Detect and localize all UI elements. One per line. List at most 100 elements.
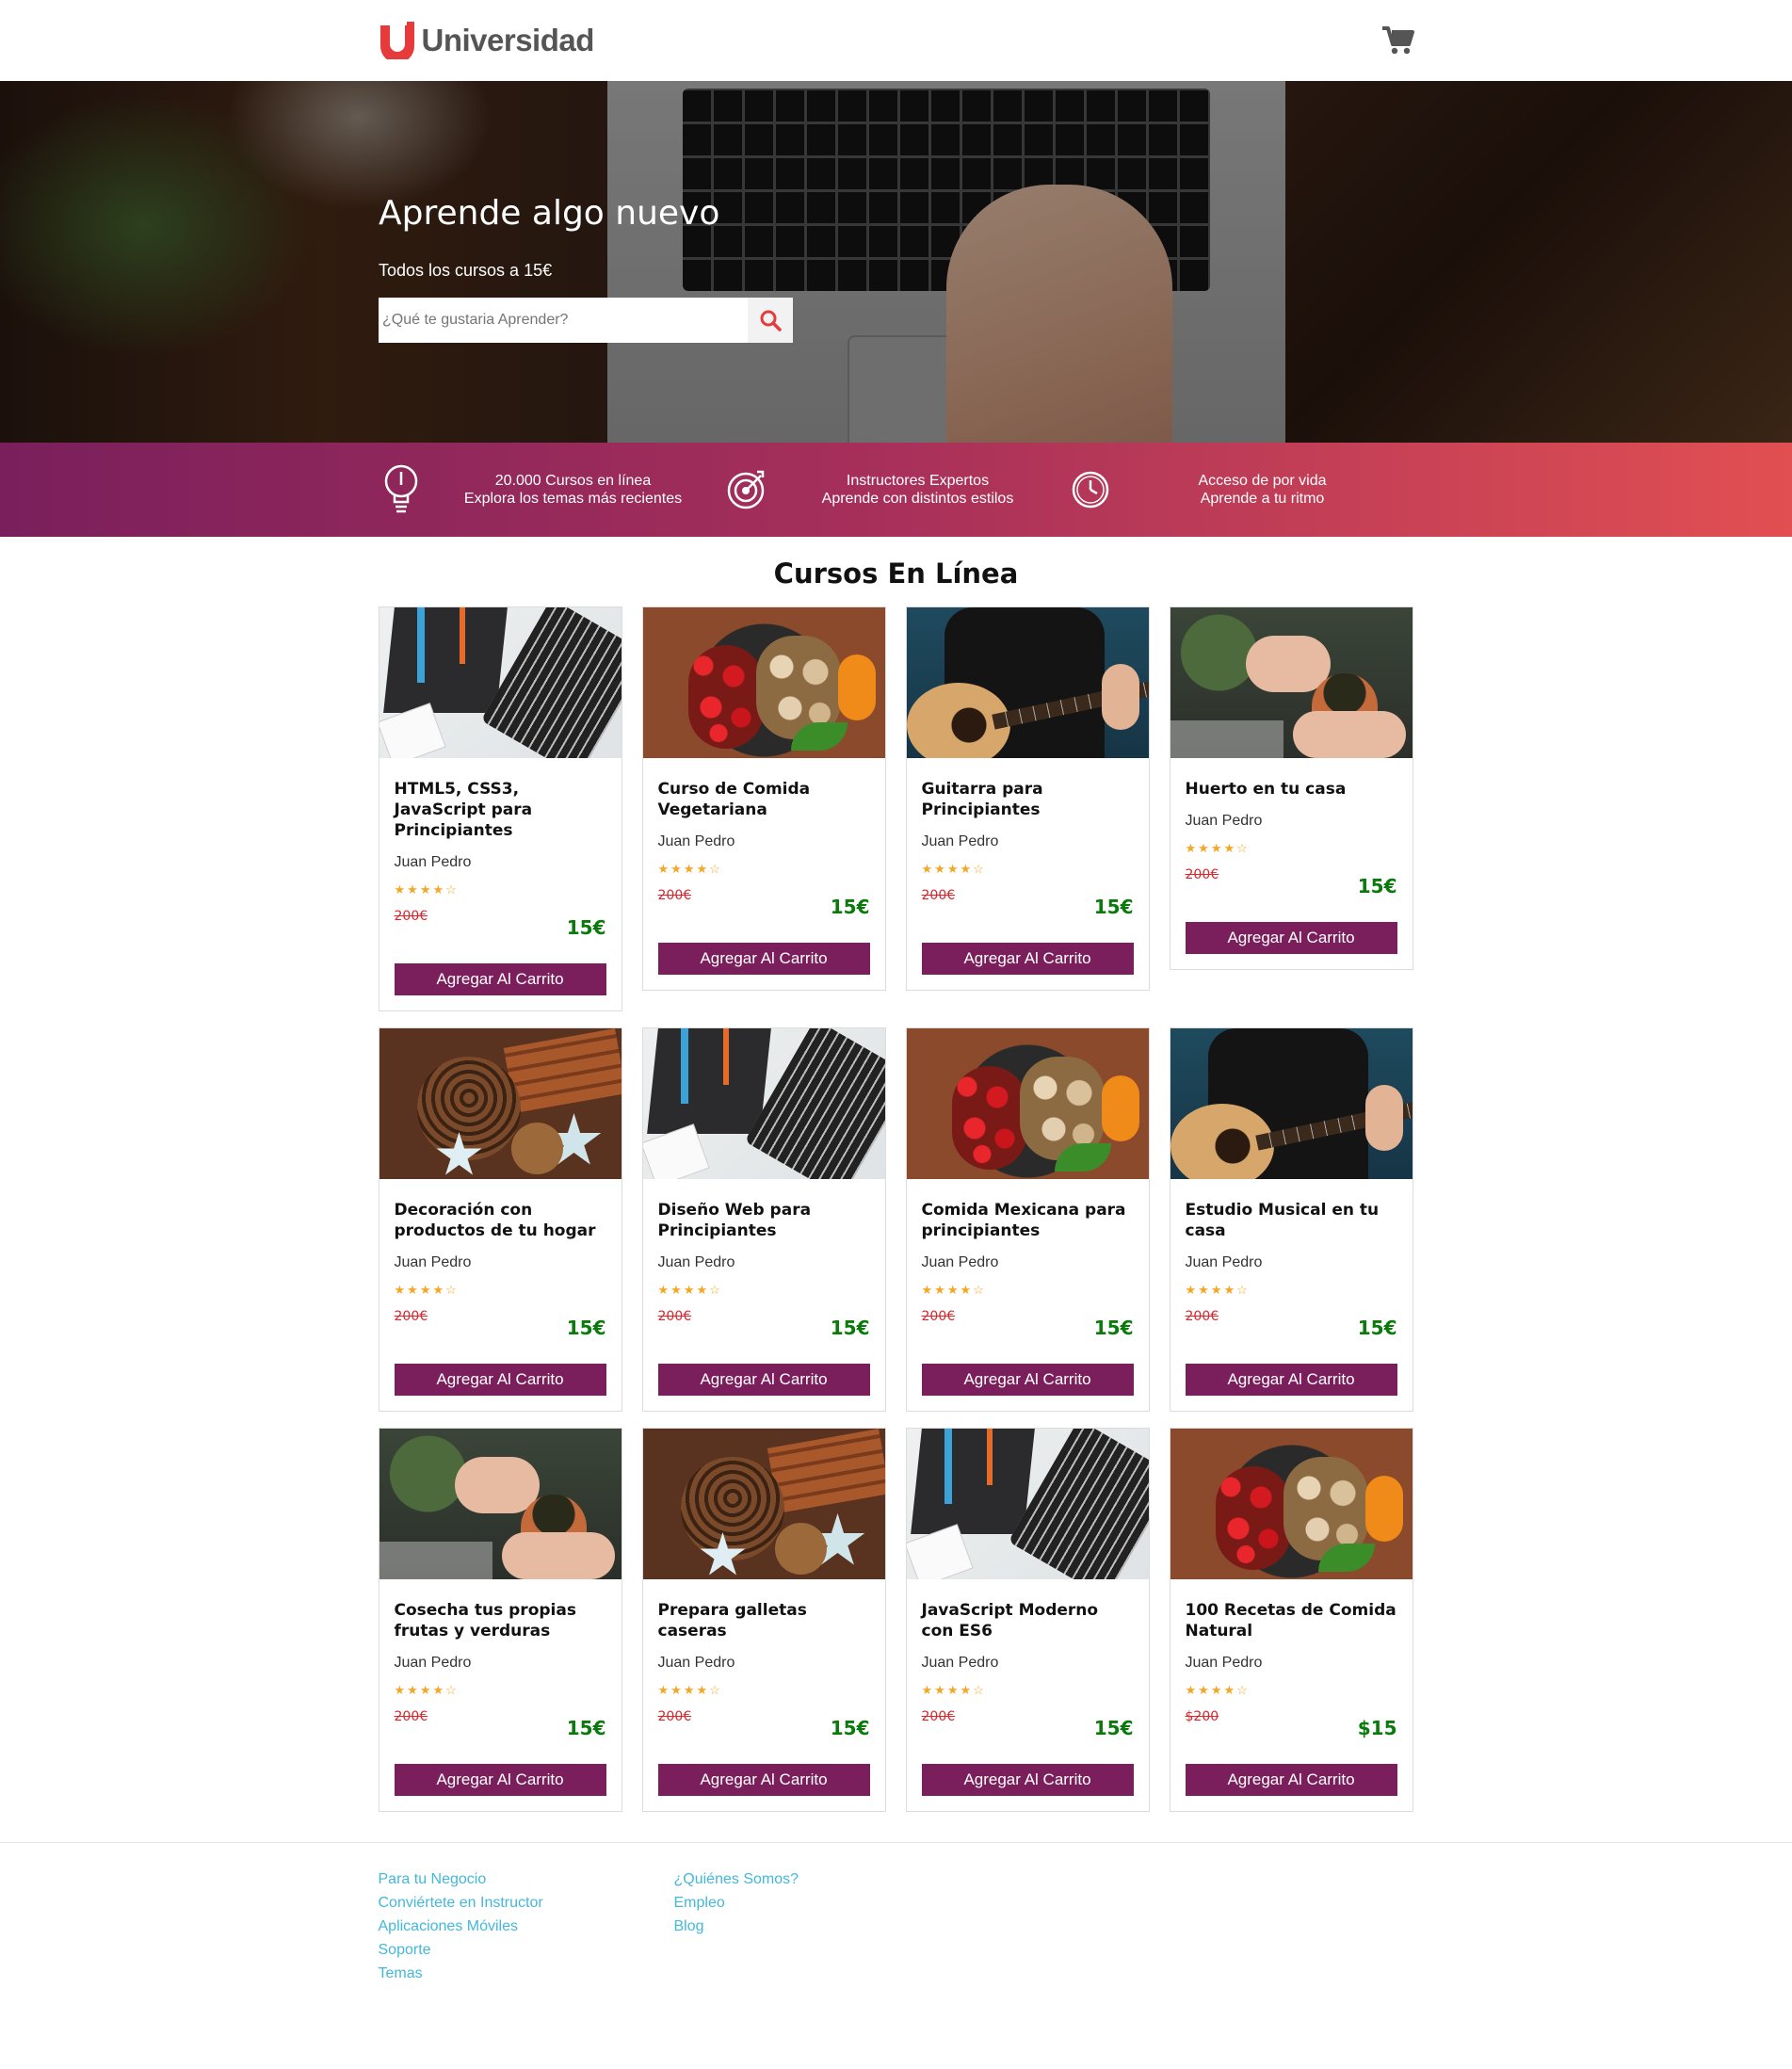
star-icon: ★ xyxy=(934,1283,947,1297)
star-icon: ★ xyxy=(683,862,697,876)
search-input[interactable] xyxy=(379,298,748,343)
old-price: 200€ xyxy=(394,1709,428,1724)
course-image[interactable] xyxy=(642,1028,885,1179)
old-price: 200€ xyxy=(394,1309,428,1324)
course-card[interactable]: Huerto en tu casa Juan Pedro ★★★★☆ 200€ 15€ A… xyxy=(1169,606,1413,970)
course-card[interactable]: Decoración con productos de tu hogar Juan… xyxy=(378,1027,622,1412)
old-price: 200€ xyxy=(921,888,956,903)
star-icon: ★ xyxy=(960,1283,974,1297)
star-icon: ★ xyxy=(670,1683,684,1697)
add-to-cart-button[interactable]: Agregar Al Carrito xyxy=(1185,1764,1397,1796)
footer-link-empleo[interactable]: Empleo xyxy=(674,1895,970,1912)
course-image[interactable] xyxy=(1170,1028,1413,1179)
course-title: Huerto en tu casa xyxy=(1185,780,1347,799)
footer-link-instructor[interactable]: Conviértete en Instructor xyxy=(379,1895,674,1912)
course-image[interactable] xyxy=(642,1429,885,1579)
logo[interactable]: Universidad xyxy=(379,22,594,59)
add-to-cart-button[interactable]: Agregar Al Carrito xyxy=(394,1364,606,1396)
add-to-cart-button[interactable]: Agregar Al Carrito xyxy=(394,1764,606,1796)
rating-stars: ★★★★☆ xyxy=(922,862,1134,877)
search-icon xyxy=(760,310,782,331)
star-icon: ★ xyxy=(946,1283,961,1297)
rating-stars: ★★★★☆ xyxy=(658,862,870,877)
features-bar: 20.000 Cursos en línea Explora los temas… xyxy=(0,443,1792,537)
sale-price: 15€ xyxy=(1093,1317,1134,1339)
star-icon: ★ xyxy=(1185,841,1199,855)
add-to-cart-button[interactable]: Agregar Al Carrito xyxy=(657,1764,870,1796)
course-title: Prepara galletas caseras xyxy=(657,1601,807,1641)
course-card[interactable]: Estudio Musical en tu casa Juan Pedro ★★★★… xyxy=(1169,1027,1413,1412)
rating-stars: ★★★★☆ xyxy=(922,1283,1134,1298)
add-to-cart-button[interactable]: Agregar Al Carrito xyxy=(921,1764,1134,1796)
star-icon: ★ xyxy=(1198,1283,1211,1297)
sale-price: 15€ xyxy=(1357,875,1397,897)
course-image[interactable] xyxy=(906,607,1149,758)
course-image[interactable] xyxy=(1170,607,1413,758)
footer-link-blog[interactable]: Blog xyxy=(674,1918,970,1935)
old-price: 200€ xyxy=(394,909,428,924)
course-card[interactable]: JavaScript Moderno con ES6 Juan Pedro ★★★★… xyxy=(905,1428,1150,1812)
star-icon: ★ xyxy=(432,882,446,897)
old-price: 200€ xyxy=(657,1709,692,1724)
add-to-cart-button[interactable]: Agregar Al Carrito xyxy=(921,943,1134,975)
course-card[interactable]: Cosecha tus propias frutas y verduras Jua… xyxy=(378,1428,622,1812)
footer-link-apps[interactable]: Aplicaciones Móviles xyxy=(379,1918,674,1935)
course-grid: HTML5, CSS3, JavaScript para Principiant… xyxy=(378,606,1414,1812)
course-card[interactable]: Diseño Web para Principiantes Juan Pedro ★… xyxy=(641,1027,886,1412)
star-icon: ★ xyxy=(419,1683,433,1697)
course-author: Juan Pedro xyxy=(657,1254,735,1270)
hero-content: Aprende algo nuevo Todos los cursos a 15… xyxy=(379,194,793,343)
add-to-cart-button[interactable]: Agregar Al Carrito xyxy=(394,963,606,995)
course-card[interactable]: Comida Mexicana para principiantes Juan P… xyxy=(905,1027,1150,1412)
half-star-icon: ☆ xyxy=(445,1683,459,1697)
course-image[interactable] xyxy=(642,607,885,758)
star-icon: ★ xyxy=(407,882,420,897)
add-to-cart-button[interactable]: Agregar Al Carrito xyxy=(1185,1364,1397,1396)
add-to-cart-button[interactable]: Agregar Al Carrito xyxy=(657,943,870,975)
star-icon: ★ xyxy=(1185,1283,1199,1297)
course-image[interactable] xyxy=(1170,1429,1413,1579)
logo-text: Universidad xyxy=(421,23,595,57)
course-image[interactable] xyxy=(906,1028,1149,1179)
course-title: Diseño Web para Principiantes xyxy=(657,1201,812,1240)
add-to-cart-button[interactable]: Agregar Al Carrito xyxy=(1185,922,1397,954)
course-image[interactable] xyxy=(379,607,622,758)
course-card[interactable]: HTML5, CSS3, JavaScript para Principiant… xyxy=(378,606,622,1011)
cart-icon[interactable] xyxy=(1381,25,1414,56)
feature-title: Acceso de por vida xyxy=(1198,473,1327,489)
course-image[interactable] xyxy=(906,1429,1149,1579)
course-image[interactable] xyxy=(379,1028,622,1179)
add-to-cart-button[interactable]: Agregar Al Carrito xyxy=(921,1364,1134,1396)
star-icon: ★ xyxy=(696,1283,710,1297)
course-card[interactable]: Curso de Comida Vegetariana Juan Pedro ★★★… xyxy=(641,606,886,991)
star-icon: ★ xyxy=(946,1683,961,1697)
old-price: 200€ xyxy=(921,1309,956,1324)
star-icon: ★ xyxy=(960,1683,974,1697)
rating-stars: ★★★★☆ xyxy=(1186,841,1397,856)
half-star-icon: ☆ xyxy=(973,862,986,876)
add-to-cart-button[interactable]: Agregar Al Carrito xyxy=(657,1364,870,1396)
sale-price: 15€ xyxy=(830,896,870,918)
course-title: Estudio Musical en tu casa xyxy=(1185,1201,1380,1240)
star-icon: ★ xyxy=(670,862,684,876)
footer-link-temas[interactable]: Temas xyxy=(379,1965,674,1982)
course-image[interactable] xyxy=(379,1429,622,1579)
course-card[interactable]: Guitarra para Principiantes Juan Pedro ★★★… xyxy=(905,606,1150,991)
course-card[interactable]: 100 Recetas de Comida Natural Juan Pedro ★… xyxy=(1169,1428,1413,1812)
course-title: HTML5, CSS3, JavaScript para Principiant… xyxy=(394,780,533,840)
star-icon: ★ xyxy=(407,1283,420,1297)
footer-link-quienes[interactable]: ¿Quiénes Somos? xyxy=(674,1871,970,1888)
course-author: Juan Pedro xyxy=(394,1655,472,1671)
search-form xyxy=(379,298,793,343)
footer-link-soporte[interactable]: Soporte xyxy=(379,1942,674,1959)
hero-title: Aprende algo nuevo xyxy=(379,194,720,233)
half-star-icon: ☆ xyxy=(709,862,722,876)
star-icon: ★ xyxy=(657,1283,671,1297)
course-author: Juan Pedro xyxy=(394,854,472,870)
course-card[interactable]: Prepara galletas caseras Juan Pedro ★★★★☆ 2… xyxy=(641,1428,886,1812)
star-icon: ★ xyxy=(1185,1683,1199,1697)
footer-link-negocio[interactable]: Para tu Negocio xyxy=(379,1871,674,1888)
search-button[interactable] xyxy=(748,298,793,343)
sale-price: 15€ xyxy=(1093,896,1134,918)
course-title: Guitarra para Principiantes xyxy=(921,780,1043,819)
